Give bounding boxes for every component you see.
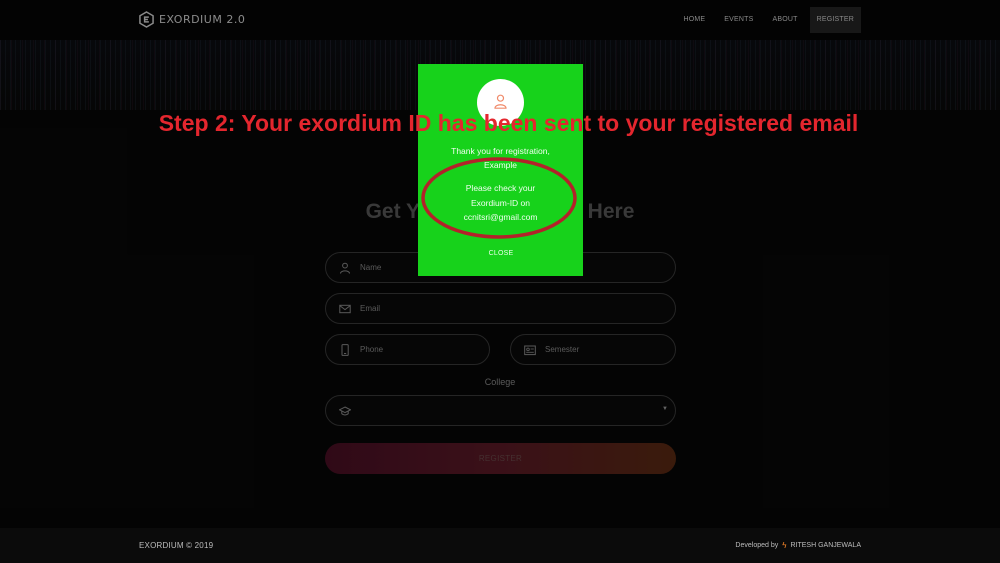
thanks-line: Thank you for registration, — [451, 146, 550, 156]
close-button[interactable]: CLOSE — [476, 247, 526, 261]
check-line: Exordium-ID on — [470, 197, 531, 208]
check-email-message: Please check your Exordium-ID on ccnitsr… — [418, 181, 583, 225]
developed-by-label: Developed by — [735, 542, 779, 549]
footer: EXORDIUM © 2019 Developed by ϟ RITESH GA… — [0, 528, 1000, 563]
copyright-text: EXORDIUM © 2019 — [139, 541, 214, 550]
thanks-message: Thank you for registration, Example — [418, 144, 583, 172]
bolt-icon: ϟ — [782, 541, 787, 550]
user-icon — [494, 94, 507, 109]
developer-name[interactable]: RITESH GANJEWALA — [790, 542, 861, 549]
step-annotation: Step 2: Your exordium ID has been sent t… — [158, 110, 859, 136]
email-address: ccnitsri@gmail.com — [463, 212, 538, 222]
registrant-name: Example — [483, 160, 518, 170]
success-modal: Thank you for registration, Example Plea… — [418, 64, 583, 276]
check-line: Please check your — [465, 183, 536, 193]
developer-credit: Developed by ϟ RITESH GANJEWALA — [735, 541, 861, 550]
